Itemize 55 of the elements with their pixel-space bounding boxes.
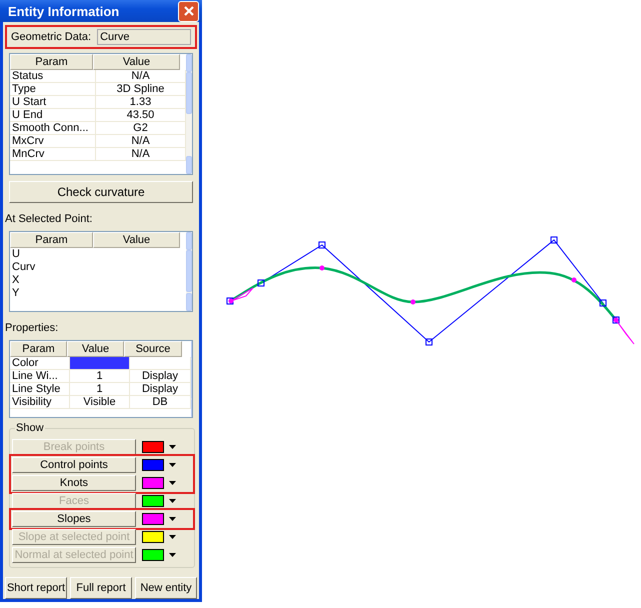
- table-cell: Visibility: [10, 396, 70, 409]
- table-cell: Type: [10, 83, 96, 96]
- column-header[interactable]: Value: [93, 232, 180, 248]
- report-button[interactable]: New entity: [135, 577, 197, 599]
- table-cell: 1: [70, 370, 130, 383]
- toggle-button[interactable]: Knots: [12, 475, 136, 491]
- field-label: Geometric Data:: [11, 31, 92, 43]
- dropdown-icon[interactable]: [169, 481, 176, 485]
- group-label: Show: [15, 422, 45, 434]
- scrollbar[interactable]: [186, 54, 192, 174]
- color-swatch[interactable]: [142, 441, 164, 453]
- dropdown-icon[interactable]: [169, 499, 176, 503]
- table-cell: MnCrv: [10, 148, 96, 161]
- table-cell-text: U: [11, 248, 21, 261]
- column-header[interactable]: Param: [10, 232, 93, 248]
- column-header[interactable]: Param: [10, 341, 67, 357]
- column-header[interactable]: Value: [93, 54, 180, 70]
- column-header[interactable]: Source: [124, 341, 182, 357]
- dropdown-icon[interactable]: [169, 517, 176, 521]
- section-label: Properties:: [5, 322, 60, 334]
- table-cell: Visible: [70, 396, 130, 409]
- table-cell: U End: [10, 109, 96, 122]
- dropdown-icon[interactable]: [169, 553, 176, 557]
- check-curvature-button[interactable]: Check curvature: [9, 181, 193, 203]
- table-cell: Line Style: [10, 383, 70, 396]
- table-cell: MxCrv: [10, 135, 96, 148]
- table-cell: Smooth Conn...: [10, 122, 96, 135]
- geometric-data-field: Curve: [97, 29, 191, 45]
- column-header[interactable]: Value: [67, 341, 124, 357]
- close-icon: [182, 5, 194, 17]
- table-cell: 1: [70, 383, 130, 396]
- dropdown-icon[interactable]: [169, 535, 176, 539]
- toggle-button[interactable]: Control points: [12, 457, 136, 473]
- color-swatch[interactable]: [142, 531, 164, 543]
- column-header[interactable]: Param: [10, 54, 93, 70]
- table-cell: Line Wi...: [10, 370, 70, 383]
- color-swatch[interactable]: [142, 495, 164, 507]
- color-swatch[interactable]: [142, 549, 164, 561]
- report-button[interactable]: Short report: [5, 577, 67, 599]
- table-cell: U Start: [10, 96, 96, 109]
- table-cell: Status: [10, 70, 96, 83]
- table-cell-text: Curv: [11, 261, 36, 274]
- color-swatch[interactable]: [142, 513, 164, 525]
- section-label: At Selected Point:: [5, 213, 94, 225]
- window-title: Entity Information: [8, 4, 120, 18]
- color-swatch[interactable]: [142, 459, 164, 471]
- color-swatch[interactable]: [142, 477, 164, 489]
- dropdown-icon[interactable]: [169, 463, 176, 467]
- report-button[interactable]: Full report: [70, 577, 132, 599]
- dropdown-icon[interactable]: [169, 445, 176, 449]
- table-cell-text: X: [11, 274, 20, 287]
- toggle-button[interactable]: Slopes: [12, 511, 136, 527]
- scrollbar[interactable]: [186, 232, 192, 311]
- close-button[interactable]: [178, 0, 199, 22]
- table-cell-text: Y: [11, 287, 20, 300]
